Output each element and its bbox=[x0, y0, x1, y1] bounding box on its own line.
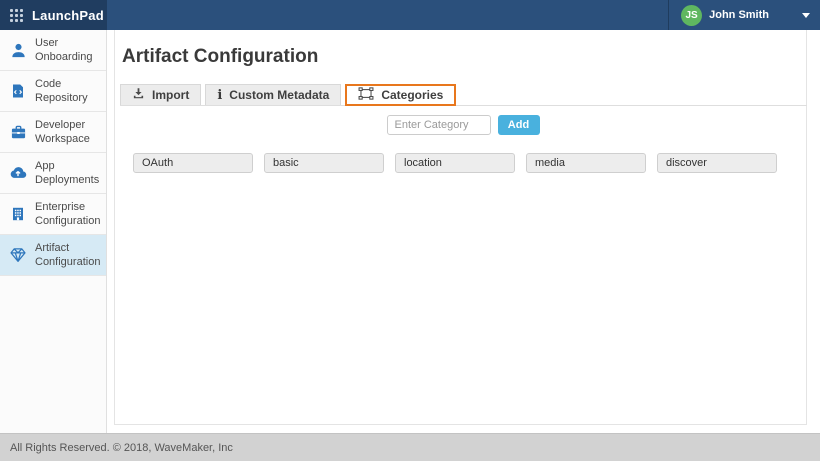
diamond-icon bbox=[9, 246, 27, 264]
add-category-row: Add bbox=[120, 115, 806, 135]
sidebar-item-label: Code Repository bbox=[35, 77, 102, 105]
category-chip[interactable]: basic bbox=[264, 153, 384, 173]
sidebar-item-label: Developer Workspace bbox=[35, 118, 102, 146]
cloud-upload-icon bbox=[9, 164, 27, 182]
category-chip[interactable]: OAuth bbox=[133, 153, 253, 173]
tab-bar: Import i Custom Metadata Categories bbox=[120, 84, 807, 106]
sidebar-item-developer-workspace[interactable]: Developer Workspace bbox=[0, 112, 106, 153]
sidebar: User Onboarding Code Repository Develope… bbox=[0, 30, 107, 433]
tab-import[interactable]: Import bbox=[120, 84, 201, 105]
footer: All Rights Reserved. © 2018, WaveMaker, … bbox=[0, 433, 820, 461]
categories-icon bbox=[358, 87, 374, 103]
content-card: Artifact Configuration Import i Custom M… bbox=[114, 30, 807, 425]
tab-custom-metadata[interactable]: i Custom Metadata bbox=[205, 84, 341, 105]
tab-label: Import bbox=[152, 88, 189, 102]
sidebar-item-artifact-configuration[interactable]: Artifact Configuration bbox=[0, 235, 106, 276]
page-title: Artifact Configuration bbox=[122, 46, 806, 68]
category-list: OAuth basic location media discover bbox=[133, 153, 806, 173]
main-content: Artifact Configuration Import i Custom M… bbox=[107, 30, 820, 433]
chevron-down-icon bbox=[802, 13, 810, 18]
building-icon bbox=[9, 206, 27, 222]
info-icon: i bbox=[217, 88, 222, 102]
import-icon bbox=[132, 87, 145, 103]
user-name: John Smith bbox=[709, 9, 769, 21]
sidebar-item-label: App Deployments bbox=[35, 159, 102, 187]
sidebar-item-label: User Onboarding bbox=[35, 36, 102, 64]
avatar: JS bbox=[681, 5, 702, 26]
topbar-right: JS John Smith bbox=[107, 0, 820, 30]
user-icon bbox=[9, 42, 27, 59]
tab-label: Custom Metadata bbox=[229, 88, 329, 102]
user-menu[interactable]: JS John Smith bbox=[681, 5, 810, 26]
sidebar-item-enterprise-configuration[interactable]: Enterprise Configuration bbox=[0, 194, 106, 235]
briefcase-icon bbox=[9, 124, 27, 141]
category-chip[interactable]: discover bbox=[657, 153, 777, 173]
sidebar-item-code-repository[interactable]: Code Repository bbox=[0, 71, 106, 112]
tab-categories[interactable]: Categories bbox=[345, 84, 456, 106]
topbar: LaunchPad JS John Smith bbox=[0, 0, 820, 30]
category-chip[interactable]: location bbox=[395, 153, 515, 173]
add-button[interactable]: Add bbox=[498, 115, 540, 135]
footer-copyright: All Rights Reserved. © 2018, WaveMaker, … bbox=[10, 442, 233, 454]
category-input[interactable] bbox=[387, 115, 491, 135]
body-row: User Onboarding Code Repository Develope… bbox=[0, 30, 820, 433]
tab-label: Categories bbox=[381, 88, 443, 102]
brand-area: LaunchPad bbox=[0, 0, 107, 30]
apps-grid-icon[interactable] bbox=[10, 9, 23, 22]
category-chip[interactable]: media bbox=[526, 153, 646, 173]
code-repository-icon bbox=[9, 83, 27, 99]
sidebar-item-label: Artifact Configuration bbox=[35, 241, 102, 269]
sidebar-item-user-onboarding[interactable]: User Onboarding bbox=[0, 30, 106, 71]
brand-title: LaunchPad bbox=[32, 8, 104, 23]
sidebar-item-label: Enterprise Configuration bbox=[35, 200, 102, 228]
sidebar-item-app-deployments[interactable]: App Deployments bbox=[0, 153, 106, 194]
topbar-divider bbox=[668, 0, 669, 30]
